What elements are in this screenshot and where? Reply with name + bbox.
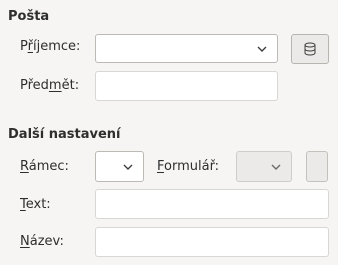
address-book-button[interactable] (291, 34, 329, 64)
text-label: Text: (20, 197, 51, 212)
chevron-down-icon (271, 164, 281, 170)
subject-label: Předmět: (20, 78, 80, 93)
frame-combobox[interactable] (95, 151, 144, 182)
name-label: Název: (20, 234, 64, 249)
frame-label: Rámec: (20, 159, 69, 174)
text-field[interactable] (95, 189, 329, 219)
recipient-combobox[interactable] (95, 34, 278, 63)
recipient-label: Příjemce: (20, 39, 81, 54)
name-field[interactable] (95, 227, 329, 257)
form-browse-button[interactable] (306, 151, 328, 182)
chevron-down-icon (123, 164, 133, 170)
mail-section-title: Pošta (8, 9, 50, 24)
subject-field[interactable] (95, 71, 278, 101)
database-icon (304, 42, 316, 56)
form-combobox[interactable] (236, 151, 292, 182)
chevron-down-icon (257, 46, 267, 52)
other-settings-section-title: Další nastavení (8, 127, 121, 142)
form-label: Formulář: (157, 159, 220, 174)
